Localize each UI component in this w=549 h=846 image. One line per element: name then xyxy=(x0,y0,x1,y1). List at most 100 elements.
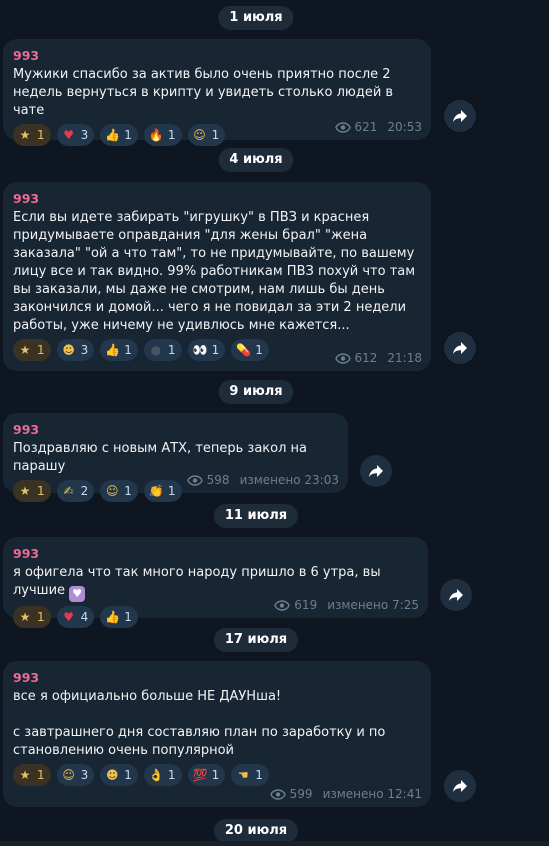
post-time: изменено 12:41 xyxy=(322,787,422,801)
reaction-count: 4 xyxy=(80,610,89,624)
grimacing-face-icon: ☻ xyxy=(62,343,75,357)
reaction-smiling-face-hearts[interactable]: ☺ 1 xyxy=(100,480,138,502)
reaction-count: 1 xyxy=(167,343,176,357)
ok-hand-icon: 👌 xyxy=(148,768,164,782)
reaction-count: 1 xyxy=(124,128,132,142)
channel-feed: 1 июля 4 июля 9 июля 11 июля 17 июля 20 … xyxy=(0,0,549,846)
post-author[interactable]: 993 xyxy=(13,422,338,440)
white-heart-icon: ♥ xyxy=(69,586,86,602)
reaction-count: 1 xyxy=(37,768,45,782)
reaction-pill[interactable]: 💊 1 xyxy=(231,339,269,361)
fire-icon: 🔥 xyxy=(148,128,164,142)
date-separator: 1 июля xyxy=(218,6,294,30)
reaction-thumbs-up[interactable]: 👍 1 xyxy=(100,606,138,628)
reactions-bar: ★ 1 ☺ 3 ☻ 1 👌 1 💯 1 ☚ 1 xyxy=(13,764,421,786)
channel-post[interactable]: 993 я офигела что так много народу пришл… xyxy=(3,537,428,628)
reaction-fire[interactable]: 🔥 1 xyxy=(143,124,182,146)
reaction-count: 1 xyxy=(37,484,45,498)
pointing-hand-icon: ☚ xyxy=(237,768,249,782)
share-button[interactable] xyxy=(444,332,476,364)
date-separator: 17 июля xyxy=(213,628,299,652)
hugging-face-icon: ☺ xyxy=(193,128,206,142)
reaction-ok-hand[interactable]: 👌 1 xyxy=(143,764,182,786)
channel-post[interactable]: 993 Поздравляю с новым АТХ, теперь закол… xyxy=(3,413,348,502)
reaction-grimacing-face[interactable]: ☻ 1 xyxy=(100,764,138,786)
reaction-count: 2 xyxy=(80,484,89,498)
rofl-face-icon: ☺ xyxy=(62,768,75,782)
reaction-rofl-face[interactable]: ☺ 3 xyxy=(56,764,95,786)
post-author[interactable]: 993 xyxy=(13,670,421,688)
reaction-count: 1 xyxy=(211,343,220,357)
reaction-thumbs-up[interactable]: 👍 1 xyxy=(100,124,138,146)
share-arrow-icon xyxy=(453,342,467,354)
views-eye-icon xyxy=(334,352,351,364)
reaction-count: 1 xyxy=(124,610,132,624)
post-text: Мужики спасибо за актив было очень прият… xyxy=(13,67,394,118)
post-author[interactable]: 993 xyxy=(13,48,421,66)
share-button[interactable] xyxy=(360,455,392,487)
reaction-count: 3 xyxy=(80,343,89,357)
post-text: Если вы идете забирать "игрушку" в ПВЗ и… xyxy=(13,210,416,333)
views-eye-icon xyxy=(334,121,351,133)
reaction-star[interactable]: ★ 1 xyxy=(13,480,51,502)
reaction-count: 3 xyxy=(80,768,89,782)
post-time: 20:53 xyxy=(387,120,422,134)
reaction-count: 1 xyxy=(124,768,132,782)
reaction-star[interactable]: ★ 1 xyxy=(13,764,51,786)
reaction-count: 1 xyxy=(255,343,263,357)
heart-icon: ♥ xyxy=(63,128,75,142)
eyes-icon: 👀 xyxy=(192,343,208,357)
share-button[interactable] xyxy=(444,100,476,132)
smiling-face-hearts-icon: ☺ xyxy=(106,484,119,498)
post-meta: 621 20:53 xyxy=(334,120,422,134)
share-arrow-icon xyxy=(449,589,463,601)
writing-hand-icon: ✍ xyxy=(63,484,74,498)
reaction-writing-hand[interactable]: ✍ 2 xyxy=(56,480,95,502)
post-author[interactable]: 993 xyxy=(13,546,418,564)
thumbs-up-icon: 👍 xyxy=(105,343,121,357)
new-moon-face-icon: ● xyxy=(150,343,162,357)
star-icon: ★ xyxy=(19,343,31,357)
reaction-pointing-hand[interactable]: ☚ 1 xyxy=(231,764,269,786)
views-count: 612 xyxy=(354,351,378,365)
star-icon: ★ xyxy=(19,484,31,498)
date-separator: 11 июля xyxy=(213,504,299,528)
reaction-count: 1 xyxy=(124,343,132,357)
heart-icon: ♥ xyxy=(63,610,75,624)
post-text: все я официально больше НЕ ДАУНша! с зав… xyxy=(13,689,386,758)
pill-icon: 💊 xyxy=(236,343,252,357)
reaction-clapping-hands[interactable]: 👏 1 xyxy=(143,480,182,502)
reaction-hundred-points[interactable]: 💯 1 xyxy=(187,764,226,786)
post-meta: 612 21:18 xyxy=(334,351,422,365)
views-eye-icon xyxy=(274,599,291,611)
channel-post[interactable]: 993 Если вы идете забирать "игрушку" в П… xyxy=(3,182,431,371)
channel-post[interactable]: 993 Мужики спасибо за актив было очень п… xyxy=(3,39,431,146)
views-count: 598 xyxy=(206,473,230,487)
reaction-heart[interactable]: ♥ 3 xyxy=(56,124,95,146)
reaction-count: 1 xyxy=(37,343,45,357)
reaction-star[interactable]: ★ 1 xyxy=(13,606,51,628)
post-meta: 598 изменено 23:03 xyxy=(186,473,339,487)
reaction-count: 1 xyxy=(37,128,45,142)
reaction-new-moon-face[interactable]: ● 1 xyxy=(143,339,182,361)
views-count: 619 xyxy=(294,598,318,612)
reaction-star[interactable]: ★ 1 xyxy=(13,124,51,146)
views-count: 621 xyxy=(354,120,378,134)
post-author[interactable]: 993 xyxy=(13,191,421,209)
composer-edge xyxy=(0,841,549,846)
post-time: изменено 23:03 xyxy=(239,473,339,487)
reaction-count: 1 xyxy=(37,610,45,624)
post-text-content: я офигела что так много народу пришло в … xyxy=(13,565,381,598)
share-button[interactable] xyxy=(444,770,476,802)
channel-post[interactable]: 993 все я официально больше НЕ ДАУНша! с… xyxy=(3,661,431,807)
reaction-star[interactable]: ★ 1 xyxy=(13,339,51,361)
reaction-hugging-face[interactable]: ☺ 1 xyxy=(187,124,226,146)
reaction-eyes[interactable]: 👀 1 xyxy=(187,339,226,361)
reaction-thumbs-up[interactable]: 👍 1 xyxy=(100,339,138,361)
reaction-grimacing-face[interactable]: ☻ 3 xyxy=(56,339,95,361)
share-button[interactable] xyxy=(440,579,472,611)
thumbs-up-icon: 👍 xyxy=(105,128,121,142)
reaction-heart[interactable]: ♥ 4 xyxy=(56,606,95,628)
grimacing-face-icon: ☻ xyxy=(106,768,119,782)
post-time: 21:18 xyxy=(387,351,422,365)
